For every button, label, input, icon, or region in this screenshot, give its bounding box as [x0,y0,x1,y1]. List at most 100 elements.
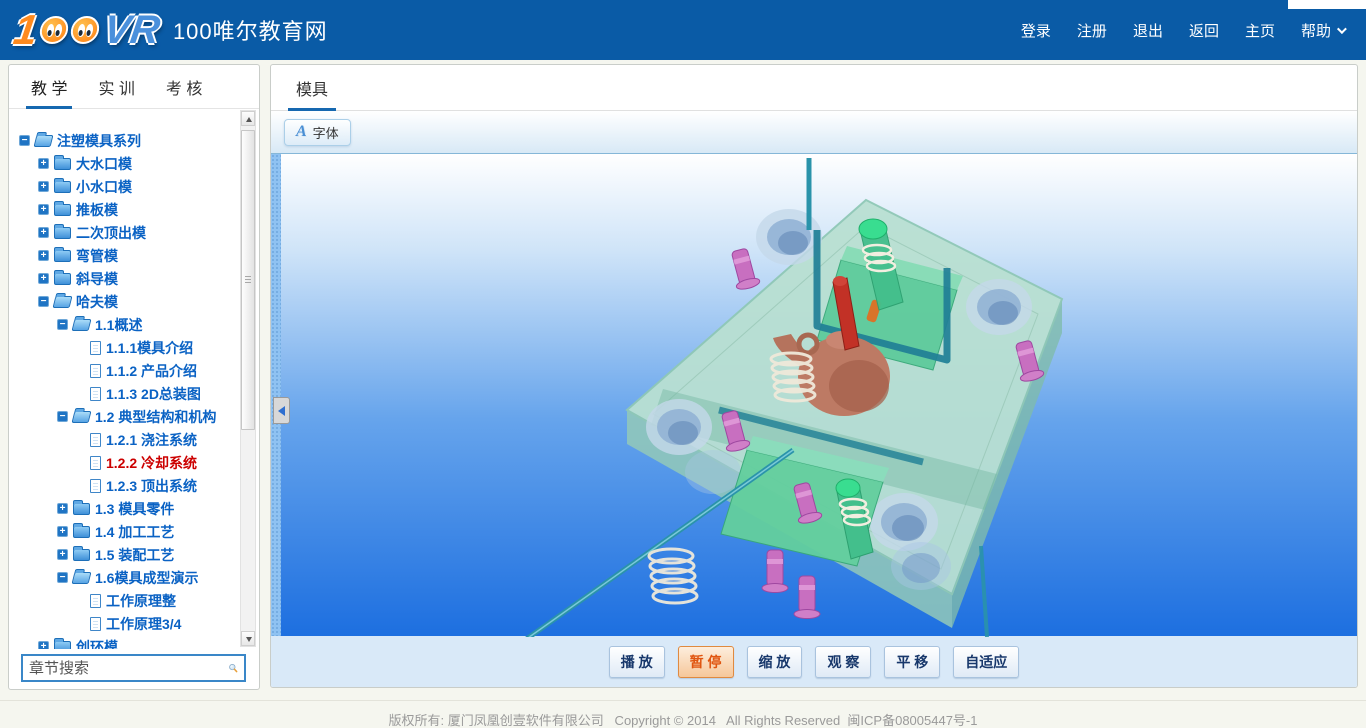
tree-item[interactable]: 1.1.2 产品介绍 [9,359,259,382]
copyright-text: 版权所有: 厦门凤凰创壹软件有限公司 Copyright © 2014 All … [389,713,978,728]
tree-item[interactable]: − 1.2 典型结构和机构 [9,405,259,428]
tab-teaching[interactable]: 教 学 [31,65,67,108]
tree-item[interactable]: +大水口模 [9,152,259,175]
tree-item-label: 1.2.3 顶出系统 [106,476,197,496]
toggle-plus-icon[interactable]: + [38,158,49,169]
3d-viewer[interactable] [271,153,1357,636]
tree-item-label: 注塑模具系列 [57,131,141,151]
tree-item-label: 哈夫模 [76,292,118,312]
tree-scrollbar[interactable] [240,110,256,647]
tree-item[interactable]: + 斜导模 [9,267,259,290]
toggle-minus-icon[interactable]: − [19,135,30,146]
tree-item-label: 弯管模 [76,246,118,266]
tree-item-label: 斜导模 [76,269,118,289]
toggle-plus-icon[interactable]: + [57,549,68,560]
document-icon [90,617,101,631]
document-icon [90,456,101,470]
tree-item-label: 二次顶出模 [76,223,146,243]
pan-button[interactable]: 平 移 [884,646,940,678]
nav-back[interactable]: 返回 [1189,20,1219,41]
nav-login[interactable]: 登录 [1021,20,1051,41]
toggle-plus-icon[interactable]: + [38,204,49,215]
folder-closed-icon [54,273,71,285]
toggle-plus-icon[interactable]: + [38,181,49,192]
tree-item[interactable]: − 注塑模具系列 [9,129,259,152]
tree-item[interactable]: −1.1概述 [9,313,259,336]
tree-item[interactable]: 1.2.3 顶出系统 [9,474,259,497]
font-button[interactable]: A 字体 [284,119,351,146]
main-tab-bar: 模具 [271,65,1357,111]
nav-logout[interactable]: 退出 [1133,20,1163,41]
arrow-left-icon [278,406,285,416]
toggle-plus-icon[interactable]: + [38,641,49,649]
mold-3d-model[interactable] [281,154,1357,637]
tree-item-label: 1.2 典型结构和机构 [95,407,216,427]
tree-item[interactable]: +小水口模 [9,175,259,198]
tree-item-label: 1.1.1模具介绍 [106,338,193,358]
toggle-minus-icon[interactable]: − [38,296,49,307]
toggle-plus-icon[interactable]: + [38,250,49,261]
main-panel: 模具 A 字体 [270,64,1358,688]
tree-item-label: 1.1.2 产品介绍 [106,361,197,381]
tree-item[interactable]: 工作原理3/4 [9,612,259,635]
folder-open-icon [34,135,54,147]
tree-item[interactable]: +1.5 装配工艺 [9,543,259,566]
tree-item[interactable]: − 1.6模具成型演示 [9,566,259,589]
tree-item[interactable]: 工作原理整 [9,589,259,612]
folder-open-icon [72,319,92,331]
sidebar-panel: 教 学实 训考 核 −注塑模具系列+大水口模+小水口模+推板模+二次顶出模+弯管… [8,64,260,690]
toggle-plus-icon[interactable]: + [38,273,49,284]
scroll-down-button[interactable] [241,631,255,646]
tab-assessment[interactable]: 考 核 [166,65,202,108]
tree-item[interactable]: 1.1.1模具介绍 [9,336,259,359]
tree-item[interactable]: +1.3 模具零件 [9,497,259,520]
panel-splitter[interactable] [271,154,281,636]
tree-item[interactable]: + 弯管模 [9,244,259,267]
observe-button[interactable]: 观 察 [815,646,871,678]
folder-closed-icon [73,503,90,515]
tab-training[interactable]: 实 训 [98,65,134,108]
chevron-down-icon [1337,24,1347,34]
folder-open-icon [72,411,92,423]
collapse-sidebar-button[interactable] [273,397,290,424]
folder-closed-icon [54,641,71,649]
toggle-minus-icon[interactable]: − [57,572,68,583]
tree-item[interactable]: + 创环模 [9,635,259,649]
toggle-plus-icon[interactable]: + [57,503,68,514]
pause-button[interactable]: 暂 停 [678,646,734,678]
tree-rows: −注塑模具系列+大水口模+小水口模+推板模+二次顶出模+弯管模+斜导模−哈夫模−… [9,129,259,649]
play-button[interactable]: 播 放 [609,646,665,678]
search-icon[interactable] [228,657,238,679]
tree-item[interactable]: 1.2.1 浇注系统 [9,428,259,451]
zoom-button[interactable]: 缩 放 [747,646,803,678]
nav-help[interactable]: 帮助 [1301,20,1344,41]
tree-item[interactable]: +1.4 加工工艺 [9,520,259,543]
toggle-plus-icon[interactable]: + [38,227,49,238]
folder-closed-icon [73,549,90,561]
fit-button[interactable]: 自适应 [953,646,1019,678]
tree-item-label: 工作原理整 [106,591,176,611]
folder-closed-icon [54,158,71,170]
tree-item[interactable]: 1.1.3 2D总装图 [9,382,259,405]
toggle-minus-icon[interactable]: − [57,411,68,422]
tab-mold[interactable]: 模具 [296,65,328,110]
tree-item[interactable]: + 二次顶出模 [9,221,259,244]
tree-item-label: 1.2.1 浇注系统 [106,430,197,450]
tree-item[interactable]: − 哈夫模 [9,290,259,313]
search-input[interactable] [29,660,228,677]
tree-item-label: 1.6模具成型演示 [95,568,198,588]
site-logo[interactable]: 1 VR [14,9,160,51]
folder-closed-icon [73,526,90,538]
tree-item[interactable]: 1.2.2 冷却系统 [9,451,259,474]
tree-item[interactable]: +推板模 [9,198,259,221]
toggle-minus-icon[interactable]: − [57,319,68,330]
scroll-up-button[interactable] [241,111,255,126]
document-icon [90,479,101,493]
nav-register[interactable]: 注册 [1077,20,1107,41]
nav-home[interactable]: 主页 [1245,20,1275,41]
scroll-thumb[interactable] [241,130,255,430]
chapter-search-box [21,654,246,682]
toggle-plus-icon[interactable]: + [57,526,68,537]
tree-item-label: 创环模 [76,637,118,650]
sidebar-tabs: 教 学实 训考 核 [9,65,259,109]
